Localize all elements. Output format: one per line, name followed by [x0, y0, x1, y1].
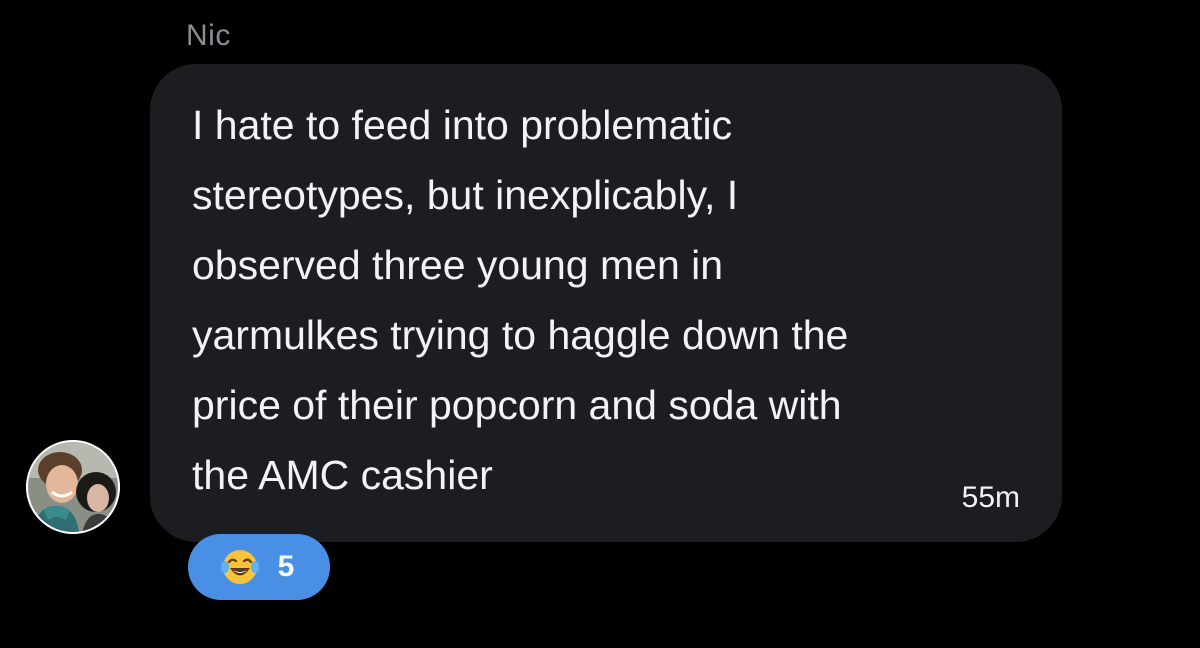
reaction-button[interactable]: 5 [188, 534, 330, 600]
message-timestamp: 55m [961, 481, 1020, 514]
chat-view: Nic I hate to feed into problematic ster… [0, 0, 1200, 648]
user-avatar-icon [26, 440, 120, 534]
reaction-count: 5 [277, 550, 295, 583]
face-with-tears-of-joy-icon [220, 550, 259, 584]
message-bubble[interactable]: I hate to feed into problematic stereoty… [150, 64, 1062, 542]
sender-avatar[interactable] [26, 440, 120, 534]
message-text: I hate to feed into problematic stereoty… [192, 102, 849, 498]
sender-name: Nic [186, 19, 231, 52]
